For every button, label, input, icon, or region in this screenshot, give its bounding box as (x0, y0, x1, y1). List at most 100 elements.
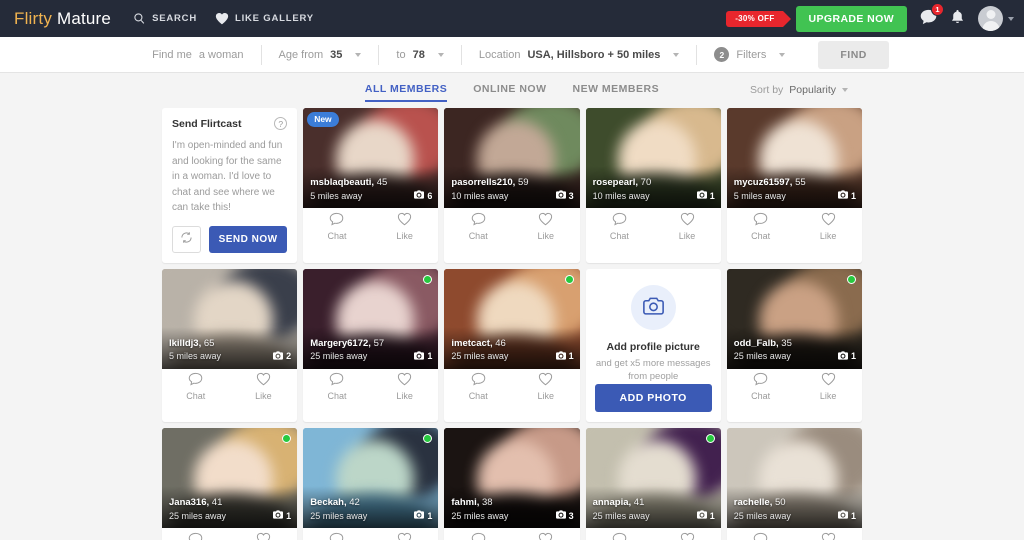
profile-photo[interactable]: rachelle, 50 25 miles away 1 (726, 428, 862, 529)
add-photo-button[interactable]: ADD PHOTO (594, 384, 712, 413)
find-button[interactable]: FIND (818, 40, 889, 69)
profile-card[interactable]: pasorrells210, 59 10 miles away 3 Chat Like (444, 108, 580, 263)
nav-like-gallery[interactable]: LIKE GALLERY (215, 12, 314, 25)
like-button[interactable]: Like (230, 372, 298, 401)
chat-button[interactable]: Chat (444, 372, 512, 401)
discount-badge[interactable]: -30% OFF (726, 10, 791, 27)
card-actions: Chat Like (726, 208, 862, 244)
tab-online-now[interactable]: ONLINE NOW (473, 83, 546, 102)
like-button[interactable]: Like (653, 532, 721, 540)
sort-by-selector[interactable]: Sort by Popularity (750, 84, 848, 96)
chat-button[interactable]: Chat (727, 212, 795, 241)
profile-name: fahmi, 38 (451, 497, 493, 509)
findme-selector[interactable]: Find me a woman (135, 44, 262, 65)
online-status-dot (423, 274, 433, 284)
send-now-button[interactable]: SEND NOW (209, 225, 288, 253)
chat-button[interactable]: Chat (303, 372, 371, 401)
photo-count-value: 3 (568, 510, 574, 521)
like-button[interactable]: Like (794, 532, 862, 540)
chat-button[interactable]: Chat (586, 532, 654, 540)
profile-photo[interactable]: mycuz61597, 55 5 miles away 1 (726, 108, 862, 208)
profile-photo[interactable]: Margery6172, 57 25 miles away 1 (303, 268, 439, 369)
promo-subtitle: and get x5 more messages from people (595, 357, 711, 383)
like-button[interactable]: Like (230, 532, 298, 540)
chat-button[interactable]: Chat (444, 212, 512, 241)
chat-button[interactable]: Chat (586, 212, 654, 241)
profile-name: annapia, 41 (592, 497, 645, 509)
notifications-button[interactable] (950, 9, 965, 28)
profile-name: odd_Falb, 35 (733, 337, 792, 349)
profile-info: Beckah, 42 25 miles away (310, 497, 367, 522)
profile-card[interactable]: Beckah, 4225 miles away 1 ChatLike (303, 428, 439, 540)
tab-all-members[interactable]: ALL MEMBERS (364, 83, 448, 102)
profile-card[interactable]: New msblaqbeauti, 45 5 miles away 6 Chat Like (303, 108, 439, 263)
profile-photo[interactable]: Jana316, 41 25 miles away 1 (162, 428, 298, 529)
chat-button[interactable]: Chat (303, 532, 371, 540)
profile-age: 41 (633, 497, 645, 509)
profile-photo[interactable]: pasorrells210, 59 10 miles away 3 (444, 108, 580, 208)
nav-search[interactable]: SEARCH (133, 12, 197, 25)
profile-card[interactable]: rachelle, 5025 miles away 1 ChatLike (726, 428, 862, 540)
site-logo[interactable]: Flirty Mature (14, 9, 111, 29)
refresh-icon (180, 231, 193, 247)
tab-new-members[interactable]: NEW MEMBERS (572, 83, 659, 102)
profile-name: rachelle, 50 (733, 497, 786, 509)
age-from-selector[interactable]: Age from 35 (262, 44, 380, 65)
profile-card[interactable]: rosepearl, 70 10 miles away 1 Chat Like (585, 108, 721, 263)
like-button[interactable]: Like (371, 372, 439, 401)
profile-photo[interactable]: lkilldj3, 65 5 miles away 2 (162, 268, 298, 369)
like-button[interactable]: Like (371, 212, 439, 241)
profile-card[interactable]: Jana316, 4125 miles away 1 ChatLike (162, 428, 298, 540)
profile-photo[interactable]: annapia, 41 25 miles away 1 (585, 428, 721, 529)
like-button[interactable]: Like (512, 372, 580, 401)
profile-card[interactable]: imetcact, 46 25 miles away 1 Chat Like (444, 268, 580, 423)
chevron-down-icon (779, 52, 786, 57)
like-button[interactable]: Like (794, 212, 862, 241)
chat-button[interactable]: Chat (162, 532, 230, 540)
profile-photo[interactable]: imetcact, 46 25 miles away 1 (444, 268, 580, 369)
profile-photo[interactable]: rosepearl, 70 10 miles away 1 (585, 108, 721, 208)
chat-button[interactable]: Chat (727, 532, 795, 540)
profile-info: rosepearl, 70 10 miles away (593, 177, 652, 202)
profile-card[interactable]: odd_Falb, 35 25 miles away 1 Chat Like (726, 268, 862, 423)
profile-info: fahmi, 38 25 miles away (451, 497, 508, 522)
sort-by-label: Sort by (750, 84, 784, 96)
like-label: Like (537, 391, 555, 401)
like-button[interactable]: Like (512, 532, 580, 540)
flirtcast-message: I'm open-minded and fun and looking for … (172, 140, 283, 213)
heart-outline-icon (538, 212, 553, 229)
age-to-selector[interactable]: to 78 (379, 44, 462, 65)
bell-icon (950, 9, 965, 28)
chat-bubble-icon (188, 532, 203, 540)
help-icon[interactable]: ? (274, 117, 288, 130)
profile-card[interactable]: annapia, 4125 miles away 1 ChatLike (585, 428, 721, 540)
profile-info: lkilldj3, 65 5 miles away (169, 338, 221, 363)
profile-photo[interactable]: Beckah, 42 25 miles away 1 (303, 428, 439, 529)
photo-count-badge: 1 (696, 510, 715, 521)
messages-button[interactable]: 1 (920, 3, 944, 28)
like-button[interactable]: Like (512, 212, 580, 241)
upgrade-now-button[interactable]: UPGRADE NOW (795, 5, 907, 32)
like-button[interactable]: Like (794, 372, 862, 401)
like-button[interactable]: Like (371, 532, 439, 540)
chat-button[interactable]: Chat (303, 212, 371, 241)
profile-card[interactable]: fahmi, 3825 miles away 3 ChatLike (444, 428, 580, 540)
chat-button[interactable]: Chat (444, 532, 512, 540)
photo-count-badge: 1 (696, 190, 715, 201)
profile-card[interactable]: Margery6172, 57 25 miles away 1 Chat Like (303, 268, 439, 423)
profile-age: 41 (211, 497, 223, 509)
refresh-message-button[interactable] (172, 225, 201, 253)
user-menu[interactable] (978, 6, 1014, 31)
profile-card[interactable]: lkilldj3, 65 5 miles away 2 Chat Like (162, 268, 298, 423)
camera-icon (555, 190, 566, 201)
chat-button[interactable]: Chat (162, 372, 230, 401)
location-selector[interactable]: Location USA, Hillsboro + 50 miles (462, 44, 698, 65)
profile-photo[interactable]: odd_Falb, 35 25 miles away 1 (726, 268, 862, 369)
nav-search-label: SEARCH (152, 13, 197, 24)
filters-selector[interactable]: 2 Filters (697, 45, 802, 65)
profile-photo[interactable]: fahmi, 38 25 miles away 3 (444, 428, 580, 529)
like-button[interactable]: Like (653, 212, 721, 241)
chat-button[interactable]: Chat (727, 372, 795, 401)
profile-age: 45 (376, 177, 388, 189)
profile-card[interactable]: mycuz61597, 55 5 miles away 1 Chat Like (726, 108, 862, 263)
